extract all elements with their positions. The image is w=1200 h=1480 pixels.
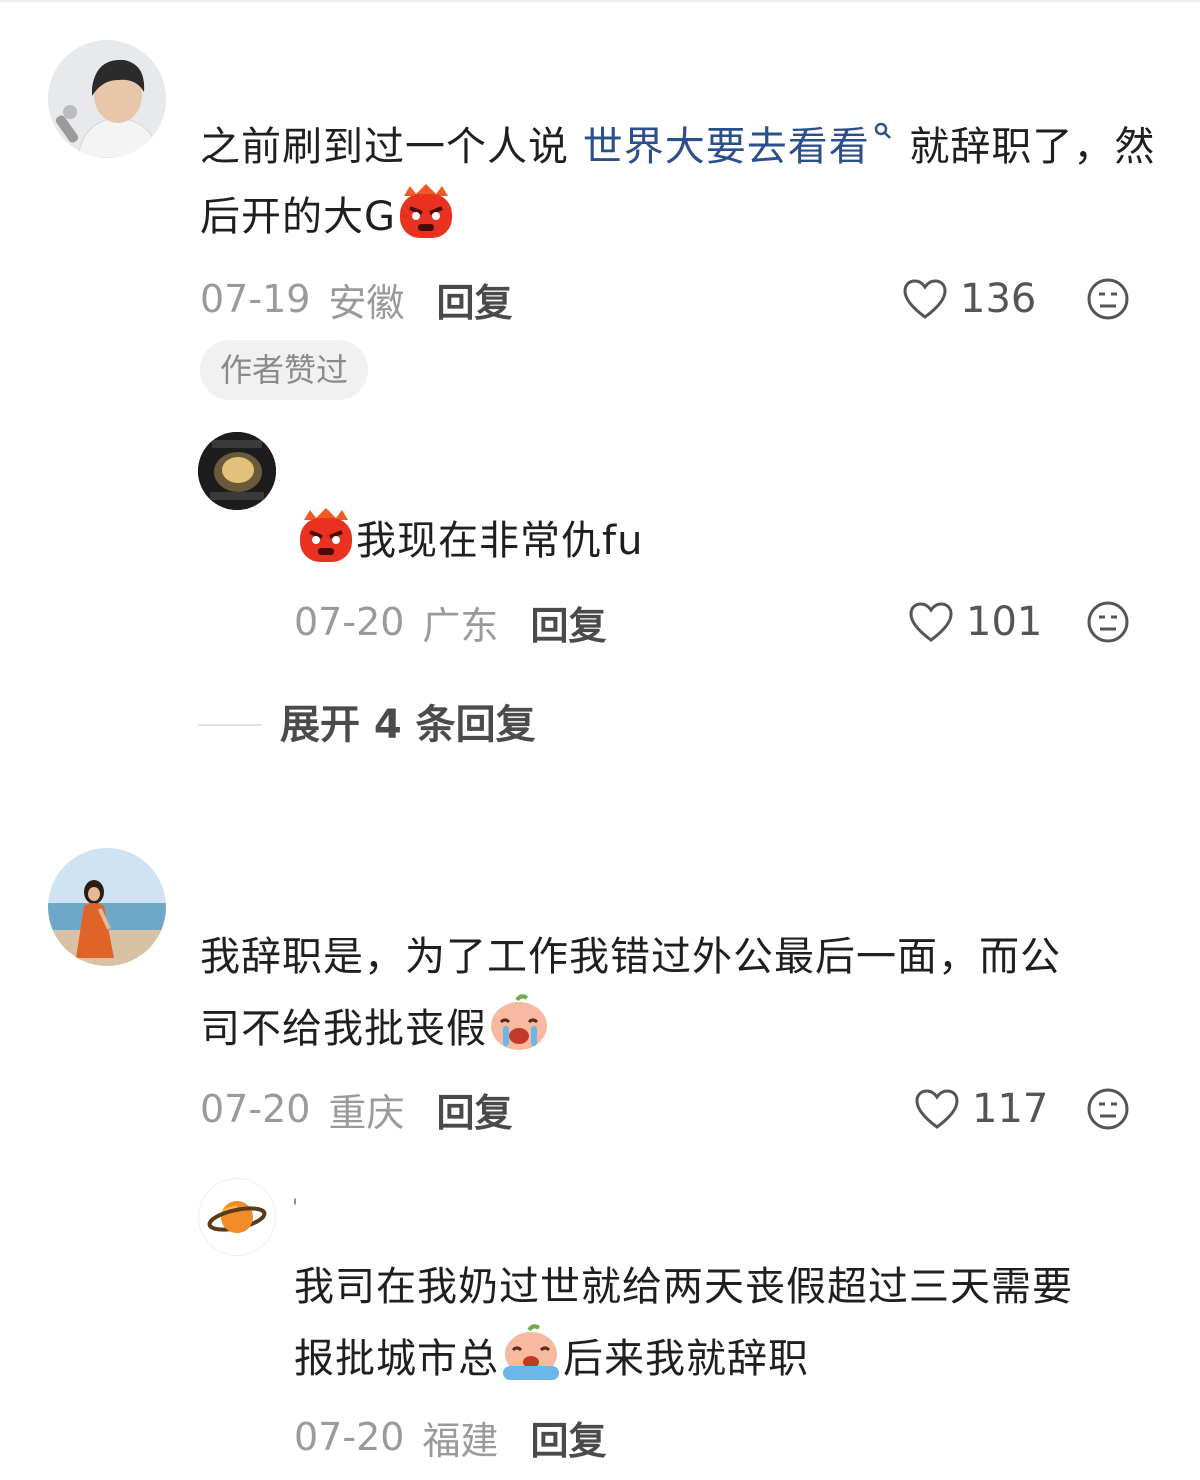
neutral-face-icon[interactable] (1086, 600, 1130, 644)
heart-outline-icon (903, 279, 947, 319)
user-avatar[interactable] (48, 40, 166, 158)
expand-replies-button[interactable]: 展开 4 条回复 (280, 700, 536, 750)
like-button[interactable]: 117 (914, 1084, 1048, 1134)
sub-reply-text-line2: 报批城市总 后来我就辞职 (294, 1324, 1174, 1394)
avatar-beach-icon (48, 848, 166, 966)
reply-button[interactable]: 回复 (530, 1410, 606, 1465)
angry-emoji (300, 508, 352, 562)
like-count: 117 (972, 1086, 1049, 1132)
comment-text-line2: 司不给我批丧假 (200, 994, 1160, 1064)
sub-reply-text: 我现在非常仇fu (296, 506, 643, 576)
top-divider (0, 0, 1200, 2)
comment-date: 07-20 (200, 1087, 311, 1131)
user-avatar[interactable] (48, 848, 166, 966)
expand-divider (198, 724, 262, 726)
comment-region: 安徽 (328, 280, 405, 325)
crying-emoji (503, 1324, 559, 1380)
author-liked-badge: 作者赞过 (200, 340, 369, 400)
heart-outline-icon (915, 1089, 959, 1129)
comment-text: 之前刷到过一个人说 世界大要去看看 就辞职了，然后开的大G (200, 112, 1160, 252)
like-count: 136 (960, 276, 1037, 322)
sub-reply-date: 07-20 (294, 1415, 405, 1459)
sub-reply-meta: 07-20 福建 回复 (294, 1410, 606, 1465)
like-button[interactable]: 136 (902, 274, 1036, 324)
crying-emoji (491, 994, 547, 1050)
like-count: 101 (966, 599, 1043, 645)
search-link[interactable]: 世界大要去看看 (583, 124, 870, 170)
sub-reply-avatar[interactable] (198, 1178, 276, 1256)
comment-meta: 07-19 安徽 回复 (200, 272, 512, 327)
reply-button[interactable]: 回复 (436, 1082, 512, 1137)
comment-region: 重庆 (328, 1090, 405, 1135)
angry-emoji (400, 184, 452, 238)
reply-button[interactable]: 回复 (530, 595, 606, 650)
avatar-person-icon (48, 40, 166, 158)
sub-reply-date: 07-20 (294, 600, 405, 644)
sub-reply-text: 我司在我奶过世就给两天丧假超过三天需要 (294, 1264, 1073, 1310)
neutral-face-icon[interactable] (1086, 277, 1130, 321)
comment-meta: 07-20 重庆 回复 (200, 1082, 512, 1137)
comment-date: 07-19 (200, 277, 311, 321)
avatar-image-icon (198, 432, 276, 510)
sub-reply-meta: 07-20 广东 回复 (294, 595, 606, 650)
heart-outline-icon (909, 602, 953, 642)
reply-button[interactable]: 回复 (436, 272, 512, 327)
sub-reply-region: 福建 (422, 1418, 499, 1463)
planet-icon (207, 1201, 267, 1233)
search-icon[interactable] (870, 118, 896, 158)
sub-reply-username[interactable]: ' (292, 1196, 298, 1221)
neutral-face-icon[interactable] (1086, 1087, 1130, 1131)
comment-text: 我辞职是，为了工作我错过外公最后一面，而公 (200, 934, 1061, 980)
sub-reply-region: 广东 (422, 603, 499, 648)
sub-reply-avatar[interactable] (198, 432, 276, 510)
like-button[interactable]: 101 (908, 597, 1042, 647)
